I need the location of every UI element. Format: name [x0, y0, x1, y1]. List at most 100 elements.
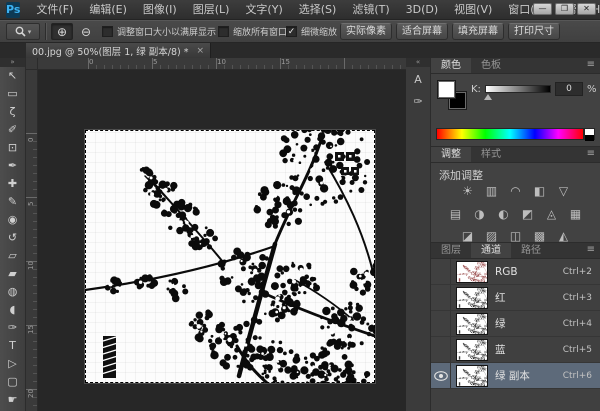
brightness-contrast-icon[interactable]: ☀ [459, 183, 476, 199]
tab-channels[interactable]: 通道 [471, 243, 511, 258]
zoom-in-button[interactable]: ⊕ [51, 23, 73, 40]
panel-menu-icon[interactable]: ≡ [587, 59, 595, 70]
zoom-out-button[interactable]: ⊖ [75, 23, 97, 40]
ruler-tick-label: 5 [153, 58, 158, 66]
eraser-tool[interactable]: ▱ [0, 247, 25, 265]
tab-swatches[interactable]: 色板 [471, 58, 511, 73]
channel-row-green-copy[interactable]: 绿 副本 Ctrl+6 [431, 363, 600, 389]
menu-view[interactable]: 视图(V) [446, 0, 500, 20]
fit-screen-button[interactable]: 适合屏幕 [396, 23, 448, 40]
k-value-field[interactable]: 0 [555, 82, 583, 96]
quick-selection-tool[interactable]: ✐ [0, 121, 25, 139]
menu-edit[interactable]: 编辑(E) [81, 0, 135, 20]
exposure-icon[interactable]: ◧ [531, 183, 548, 199]
spectrum-white-black-swatches[interactable] [584, 128, 595, 141]
history-brush-tool[interactable]: ↺ [0, 229, 25, 247]
hand-tool[interactable]: ☛ [0, 391, 25, 409]
tab-adjustments[interactable]: 调整 [431, 147, 471, 162]
panel-column: 颜色 色板 ≡ K: 0 % 调整 样式 ≡ 添加调整 ☀ ▥ ◠ ◧ ▽ ▤ … [431, 58, 600, 411]
color-swatches [437, 80, 469, 112]
tab-paths[interactable]: 路径 [511, 243, 551, 258]
type-tool[interactable]: T [0, 337, 25, 355]
channel-row-red[interactable]: 红 Ctrl+3 [431, 285, 600, 311]
checkbox-box[interactable] [218, 26, 229, 37]
channel-thumbnail[interactable] [456, 364, 488, 387]
menu-filter[interactable]: 滤镜(T) [344, 0, 397, 20]
channel-thumbnail[interactable] [456, 338, 488, 361]
vibrance-icon[interactable]: ▽ [555, 183, 572, 199]
menu-3d[interactable]: 3D(D) [398, 0, 447, 20]
menu-layer[interactable]: 图层(L) [185, 0, 238, 20]
brush-panel-icon[interactable]: ✑ [408, 92, 429, 111]
ruler-corner [26, 58, 38, 70]
channel-mixer-icon[interactable]: ◬ [543, 206, 560, 222]
checkbox-scrubby-zoom[interactable]: ✓ 细微缩放 [286, 23, 337, 40]
menu-type[interactable]: 文字(Y) [237, 0, 290, 20]
black-white-icon[interactable]: ◐ [495, 206, 512, 222]
checkbox-box[interactable]: ✓ [286, 26, 297, 37]
print-size-button[interactable]: 打印尺寸 [508, 23, 560, 40]
move-tool[interactable]: ↖ [0, 67, 25, 85]
menu-select[interactable]: 选择(S) [291, 0, 345, 20]
color-spectrum-ramp[interactable] [436, 128, 584, 140]
k-slider-handle[interactable] [484, 94, 492, 100]
tab-color[interactable]: 颜色 [431, 58, 471, 73]
channel-thumbnail[interactable] [456, 312, 488, 335]
gradient-tool[interactable]: ▰ [0, 265, 25, 283]
panel-menu-icon[interactable]: ≡ [587, 244, 595, 255]
panel-menu-icon[interactable]: ≡ [587, 148, 595, 159]
checkbox-zoom-all-windows[interactable]: 缩放所有窗口 [218, 23, 287, 40]
checkbox-box[interactable] [102, 26, 113, 37]
lasso-tool[interactable]: ζ [0, 103, 25, 121]
visibility-toggle[interactable] [431, 259, 451, 284]
options-bar: ▾ ⊕ ⊖ 调整窗口大小以满屏显示 缩放所有窗口 ✓ 细微缩放 实际像素 适合屏… [0, 20, 600, 43]
tab-layers[interactable]: 图层 [431, 243, 471, 258]
channel-thumbnail[interactable] [456, 260, 488, 283]
channel-row-green[interactable]: 绿 Ctrl+4 [431, 311, 600, 337]
fill-screen-button[interactable]: 填充屏幕 [452, 23, 504, 40]
pen-tool[interactable]: ✑ [0, 319, 25, 337]
magnifier-icon [15, 26, 26, 37]
maximize-button[interactable]: ❐ [555, 3, 574, 15]
rectangular-marquee-tool[interactable]: ▭ [0, 85, 25, 103]
blur-tool[interactable]: ◍ [0, 283, 25, 301]
path-selection-tool[interactable]: ▷ [0, 355, 25, 373]
character-panel-icon[interactable]: A [408, 70, 429, 89]
actual-pixels-button[interactable]: 实际像素 [340, 23, 392, 40]
menu-image[interactable]: 图像(I) [135, 0, 185, 20]
levels-icon[interactable]: ▥ [483, 183, 500, 199]
crop-tool[interactable]: ⊡ [0, 139, 25, 157]
tab-styles[interactable]: 样式 [471, 147, 511, 162]
channel-row-rgb[interactable]: RGB Ctrl+2 [431, 259, 600, 285]
canvas-viewport[interactable] [38, 70, 406, 411]
zoom-tool-preset[interactable]: ▾ [6, 23, 40, 40]
close-button[interactable]: ✕ [577, 3, 596, 15]
menu-file[interactable]: 文件(F) [28, 0, 81, 20]
toolbar-collapse-icon[interactable]: » [0, 58, 25, 67]
checkbox-resize-windows-to-fit[interactable]: 调整窗口大小以满屏显示 [102, 23, 216, 40]
document-image[interactable] [85, 130, 375, 383]
visibility-toggle[interactable] [431, 337, 451, 362]
eyedropper-tool[interactable]: ✒ [0, 157, 25, 175]
hue-saturation-icon[interactable]: ▤ [447, 206, 464, 222]
tab-close-icon[interactable]: × [197, 46, 205, 56]
visibility-toggle[interactable] [431, 311, 451, 336]
document-tab[interactable]: 00.jpg @ 50%(图层 1, 绿 副本/8) * × [26, 43, 212, 58]
dock-collapse-icon[interactable]: « [406, 58, 430, 67]
spot-healing-brush-tool[interactable]: ✚ [0, 175, 25, 193]
color-balance-icon[interactable]: ◑ [471, 206, 488, 222]
channel-thumbnail[interactable] [456, 286, 488, 309]
dodge-tool[interactable]: ◖ [0, 301, 25, 319]
photo-filter-icon[interactable]: ◩ [519, 206, 536, 222]
curves-icon[interactable]: ◠ [507, 183, 524, 199]
foreground-color-swatch[interactable] [437, 80, 456, 99]
color-lookup-icon[interactable]: ▦ [567, 206, 584, 222]
channel-row-blue[interactable]: 蓝 Ctrl+5 [431, 337, 600, 363]
rectangle-tool[interactable]: ▢ [0, 373, 25, 391]
visibility-toggle[interactable] [431, 363, 451, 388]
k-slider-track[interactable] [485, 85, 551, 93]
brush-tool[interactable]: ✎ [0, 193, 25, 211]
clone-stamp-tool[interactable]: ◉ [0, 211, 25, 229]
minimize-button[interactable]: — [533, 3, 552, 15]
visibility-toggle[interactable] [431, 285, 451, 310]
